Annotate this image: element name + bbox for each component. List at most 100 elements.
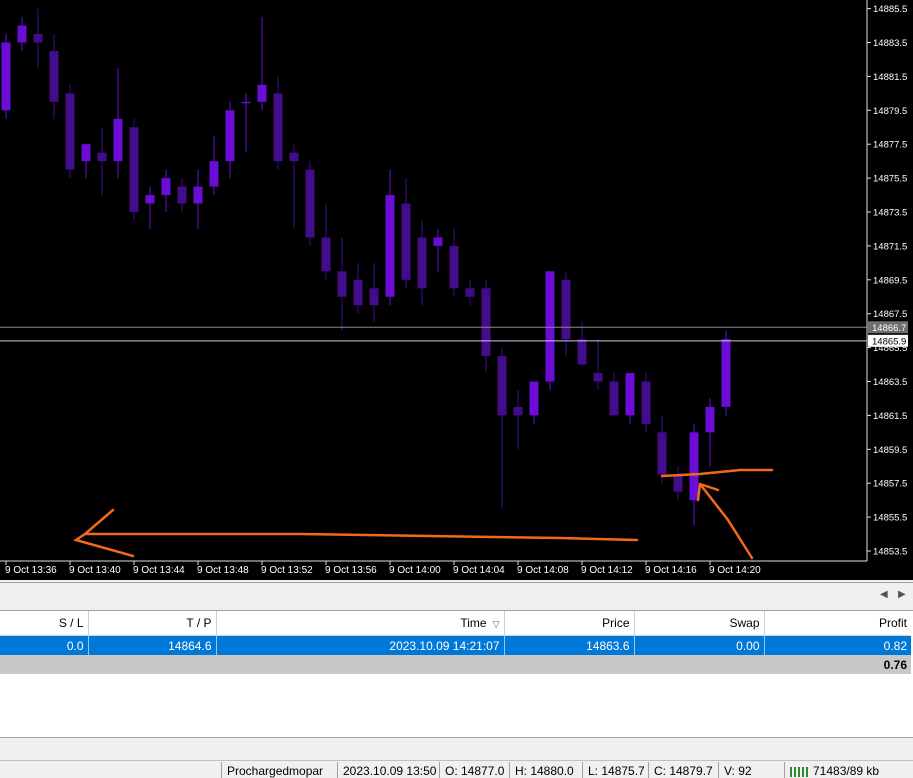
time-tick-label: 9 Oct 13:44 <box>133 565 185 576</box>
candle-bull <box>17 25 27 43</box>
candle-bear <box>609 381 619 416</box>
sort-down-icon[interactable]: ▽ <box>493 619 500 629</box>
price-tick-label: 14869.5 <box>873 275 907 286</box>
status-open: O: 14877.0 <box>439 762 509 778</box>
candle-bear <box>417 237 427 289</box>
time-tick-label: 9 Oct 14:16 <box>645 565 697 576</box>
candle-bull <box>81 144 91 162</box>
time-tick-label: 9 Oct 14:04 <box>453 565 505 576</box>
candle-bull <box>145 195 155 204</box>
column-header-time[interactable]: Time ▽ <box>216 611 505 636</box>
time-tick-label: 9 Oct 13:56 <box>325 565 377 576</box>
price-tick-label: 14885.5 <box>873 4 907 15</box>
status-high: H: 14880.0 <box>509 762 583 778</box>
time-tick-label: 9 Oct 14:20 <box>709 565 761 576</box>
chart-background <box>0 0 913 580</box>
table-row[interactable]: 0.0 14864.6 2023.10.09 14:21:07 14863.6 … <box>0 635 911 655</box>
price-tick-label: 14855.5 <box>873 513 907 524</box>
total-row: 0.76 <box>0 655 911 674</box>
column-header-price[interactable]: Price <box>504 611 635 636</box>
scroll-left-icon[interactable]: ◀ <box>880 589 888 600</box>
candle-bear <box>577 339 587 365</box>
candle-bear <box>369 288 379 306</box>
cell-tp[interactable]: 14864.6 <box>88 635 217 655</box>
candle-bear <box>321 237 331 272</box>
cell-profit[interactable]: 0.82 <box>764 635 911 655</box>
candle-bear <box>673 474 683 492</box>
status-bar: Prochargedmopar 2023.10.09 13:50 O: 1487… <box>0 760 913 778</box>
candle-bull <box>433 237 443 246</box>
candle-bear <box>641 381 651 424</box>
cell-price[interactable]: 14863.6 <box>504 635 635 655</box>
price-tick-label: 14863.5 <box>873 377 907 388</box>
cell-swap[interactable]: 0.00 <box>634 635 765 655</box>
candle-bull <box>721 339 731 407</box>
candle-bull <box>257 84 267 102</box>
status-traffic[interactable]: 71483/89 kb <box>784 762 912 778</box>
status-datetime: 2023.10.09 13:50 <box>337 762 439 778</box>
status-low: L: 14875.7 <box>582 762 648 778</box>
candle-bear <box>593 373 603 382</box>
trades-header-row: S / L T / P Time ▽ Price Swap Profit <box>0 611 911 636</box>
time-tick-label: 9 Oct 13:40 <box>69 565 121 576</box>
candle-bull <box>689 432 699 501</box>
price-tick-label: 14877.5 <box>873 140 907 151</box>
candle-bull <box>225 110 235 162</box>
price-tick-label: 14867.5 <box>873 309 907 320</box>
candle-bull <box>113 118 123 162</box>
price-tick-label: 14879.5 <box>873 106 907 117</box>
candle-bull <box>529 381 539 416</box>
price-tick-label: 14859.5 <box>873 445 907 456</box>
candle-bear <box>497 356 507 416</box>
candle-bear <box>129 127 139 212</box>
candle-bear <box>465 288 475 297</box>
status-profile[interactable]: Prochargedmopar <box>221 762 337 778</box>
total-profit: 0.76 <box>764 655 911 674</box>
time-tick-label: 9 Oct 14:08 <box>517 565 569 576</box>
column-header-sl[interactable]: S / L <box>0 611 89 636</box>
time-tick-label: 9 Oct 14:00 <box>389 565 441 576</box>
total-spacer <box>0 655 764 674</box>
price-tick-label: 14853.5 <box>873 547 907 558</box>
candle-bear <box>513 406 523 416</box>
candle-bear <box>65 93 75 170</box>
candle-bear <box>449 245 459 289</box>
candle-bull <box>241 101 251 104</box>
column-header-swap[interactable]: Swap <box>634 611 765 636</box>
scroll-right-icon[interactable]: ▶ <box>898 589 906 600</box>
time-tick-label: 9 Oct 13:48 <box>197 565 249 576</box>
candle-bear <box>33 34 43 43</box>
status-close: C: 14879.7 <box>648 762 718 778</box>
candle-bear <box>49 50 59 102</box>
price-chart[interactable]: 14866.7 14865.9 14885.5 14883.5 14881.5 1487… <box>0 0 913 580</box>
chart-scroll-strip[interactable]: ◀ ▶ <box>0 582 913 611</box>
price-tick-label: 14861.5 <box>873 411 907 422</box>
candle-bear <box>289 152 299 162</box>
candle-bear <box>337 271 347 297</box>
price-tick-label: 14871.5 <box>873 241 907 252</box>
column-header-tp[interactable]: T / P <box>88 611 217 636</box>
candle-bull <box>193 186 203 204</box>
time-tick-label: 9 Oct 13:36 <box>5 565 57 576</box>
price-tick-label: 14883.5 <box>873 38 907 49</box>
cell-sl[interactable]: 0.0 <box>0 635 89 655</box>
candle-bull <box>625 373 635 416</box>
candle-bear <box>177 186 187 204</box>
column-header-profit[interactable]: Profit <box>764 611 911 636</box>
candle-bear <box>305 169 315 238</box>
candle-bear <box>353 279 363 306</box>
price-level-label: 14866.7 <box>872 323 906 334</box>
cell-time[interactable]: 2023.10.09 14:21:07 <box>216 635 505 655</box>
candlestick-chart-svg[interactable]: 14866.714865.9 14885.514883.514881.51487… <box>0 0 913 580</box>
candle-bull <box>545 271 555 382</box>
candle-bear <box>561 279 571 340</box>
time-tick-label: 9 Oct 13:52 <box>261 565 313 576</box>
candle-bull <box>161 178 171 196</box>
candle-bull <box>385 195 395 297</box>
price-tick-label: 14875.5 <box>873 174 907 185</box>
candle-bull <box>1 42 11 111</box>
price-tick-label: 14857.5 <box>873 479 907 490</box>
status-volume: V: 92 <box>718 762 784 778</box>
candle-bear <box>273 93 283 162</box>
price-tick-label: 14873.5 <box>873 208 907 219</box>
